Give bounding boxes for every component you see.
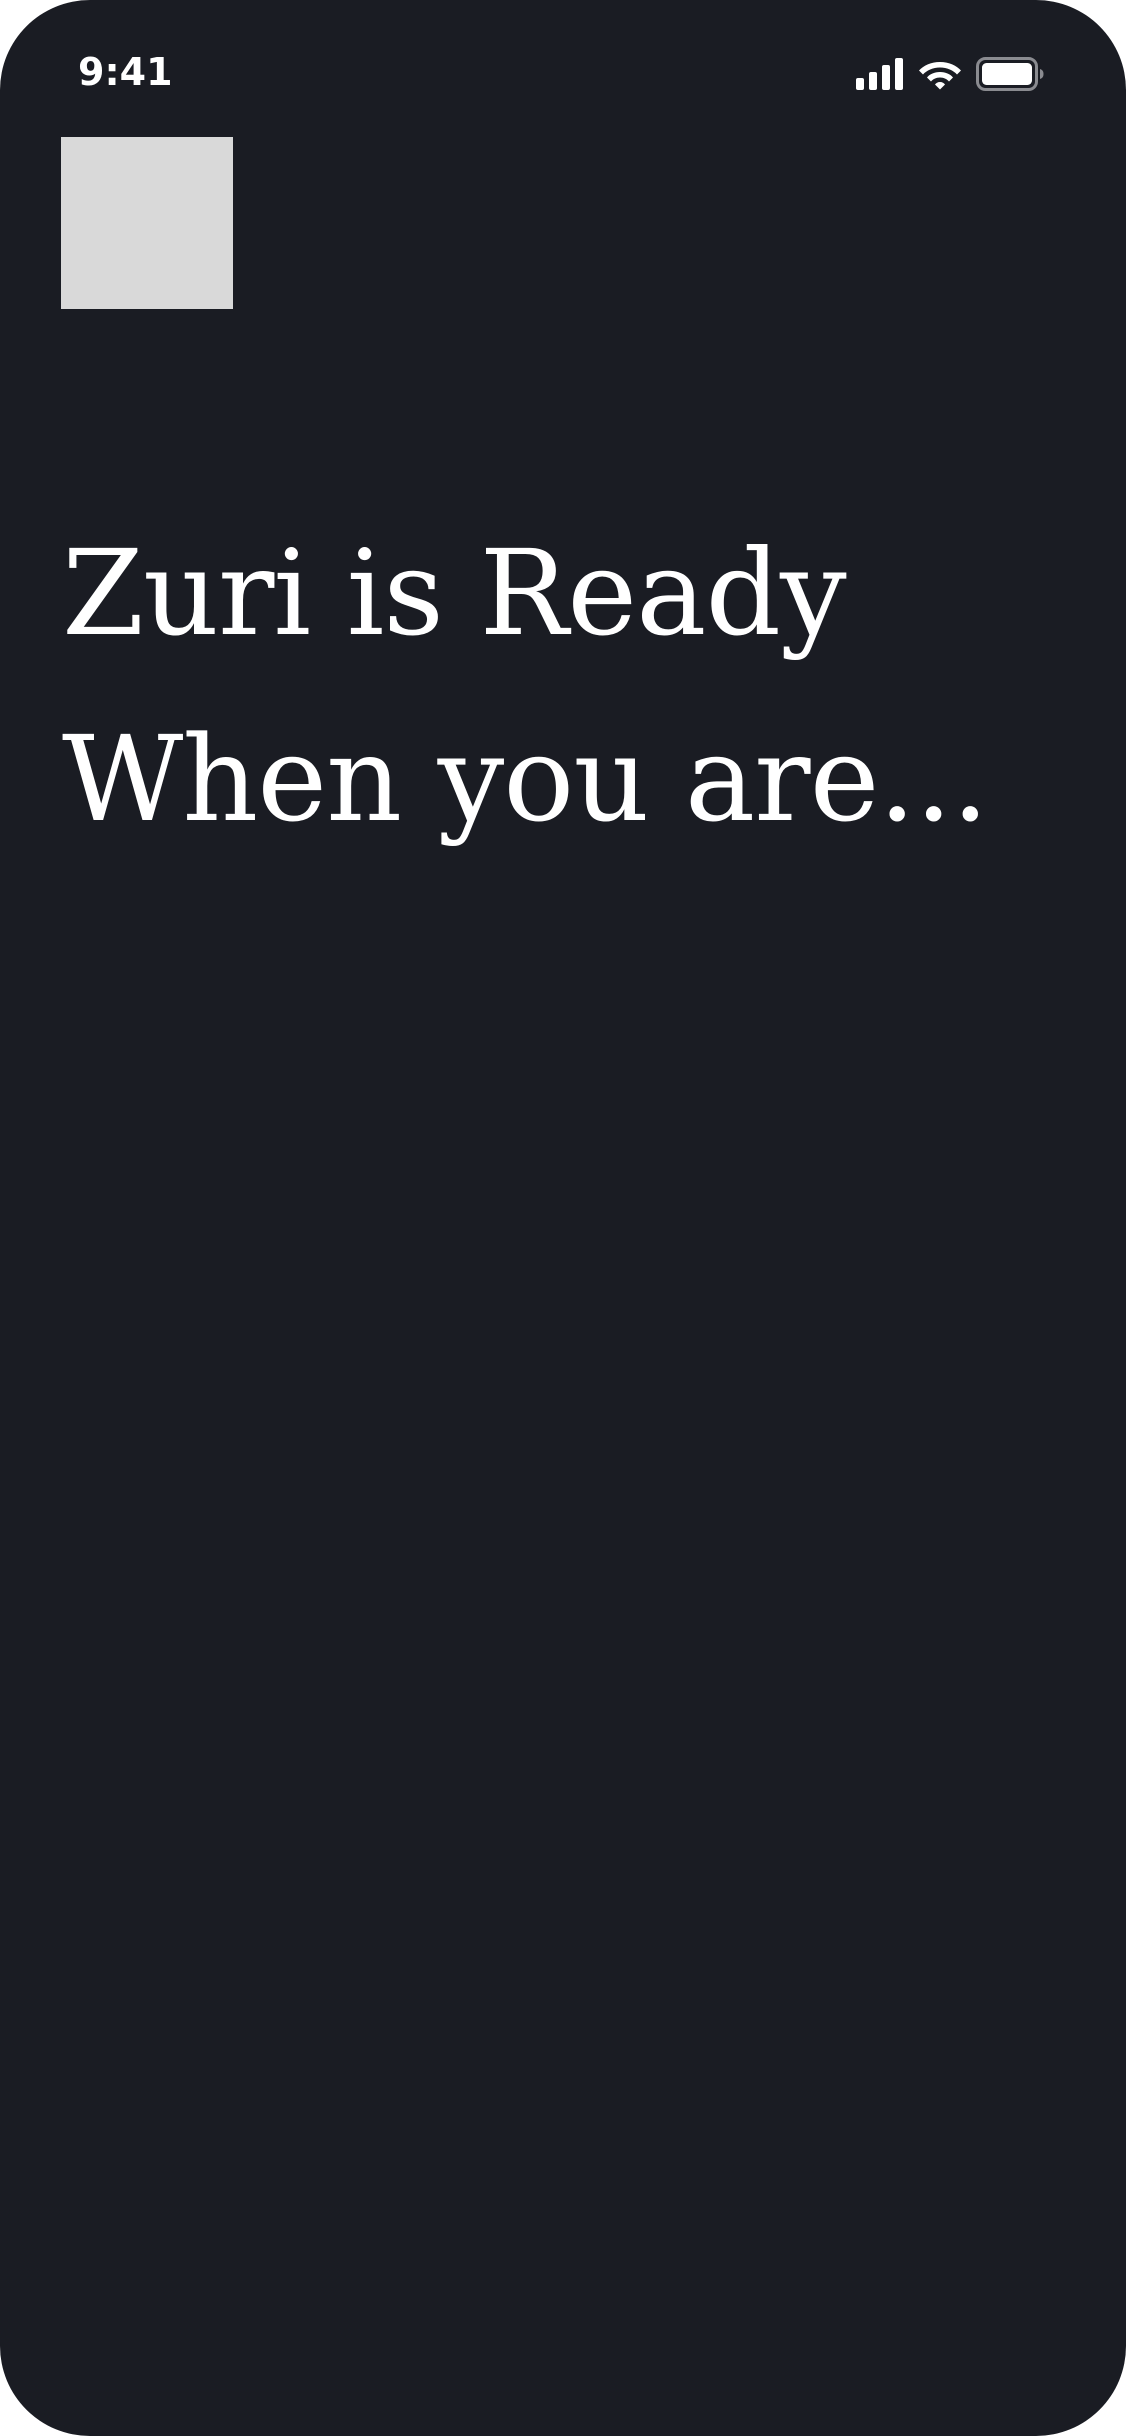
cellular-signal-icon [856,58,904,90]
placeholder-image [61,137,233,309]
headline: Zuri is Ready When you are... [62,500,1082,872]
status-bar: 9:41 [0,0,1126,150]
wifi-icon [918,58,962,90]
status-time: 9:41 [78,50,173,94]
app-screen: 9:41 Zuri is Ready When you are... [0,0,1126,2436]
status-icons [856,56,1044,92]
headline-line-2: When you are... [62,710,989,848]
battery-icon [976,57,1044,91]
headline-line-1: Zuri is Ready [62,524,847,662]
